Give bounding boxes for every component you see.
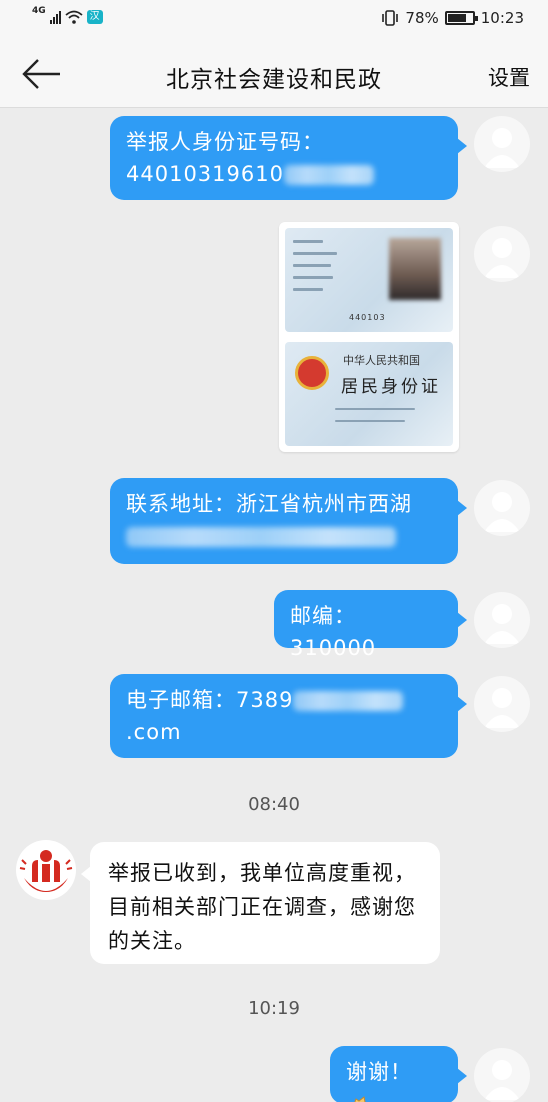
avatar[interactable] [474,480,530,536]
signal-icon [49,10,61,24]
default-avatar-icon [484,688,520,728]
avatar[interactable] [474,592,530,648]
status-right: 78% 10:23 [381,9,524,27]
email-label: 电子邮箱： [126,688,236,712]
photo-blur [389,238,441,300]
avatar[interactable] [474,116,530,172]
civil-affairs-logo-icon[interactable] [14,838,78,902]
postcode-text: 邮编：310000 [290,604,377,660]
thanks-text: 谢谢！ [346,1060,412,1084]
reply-text: 举报已收到，我单位高度重视，目前相关部门正在调查，感谢您的关注。 [108,861,416,953]
wifi-icon [65,10,83,24]
message-email[interactable]: 电子邮箱：7389 .com [110,674,467,758]
email-visible: 7389 [236,688,294,712]
battery-icon [444,11,478,25]
redacted-blur [126,527,396,547]
vibrate-icon [382,10,399,26]
id-card-image[interactable]: 440103 中华人民共和国 居民身份证 [279,222,459,452]
message-id-number[interactable]: 举报人身份证号码： 44010319610 [110,116,467,200]
title-bar: 北京社会建设和民政 设置 [0,40,548,108]
message-postcode[interactable]: 邮编：310000 [274,590,467,660]
email-line-1: 电子邮箱：7389 [126,684,442,716]
clock: 10:23 [480,9,524,27]
network-type: 4G [32,6,46,16]
default-avatar-icon [484,238,520,278]
id-card-name: 居民身份证 [341,377,441,397]
default-avatar-icon [484,1060,520,1100]
status-left: 4G 汉 [32,6,103,24]
id-card-number: 440103 [349,313,386,322]
id-card-country: 中华人民共和国 [343,354,420,367]
id-number-visible: 44010319610 [126,162,284,186]
message-address[interactable]: 联系地址：浙江省杭州市西湖 [110,478,467,564]
address-line-2 [126,520,442,552]
default-avatar-icon [484,492,520,532]
avatar[interactable] [474,676,530,732]
redacted-blur [293,691,404,711]
id-number-line: 44010319610 [126,158,442,190]
email-suffix: .com [126,720,182,744]
page-title: 北京社会建设和民政 [166,67,382,93]
default-avatar-icon [484,128,520,168]
settings-button[interactable]: 设置 [488,62,530,92]
id-card-back: 中华人民共和国 居民身份证 [285,342,453,446]
clapping-hands-icon [354,1096,366,1102]
avatar[interactable] [474,1048,530,1102]
id-card-front: 440103 [285,228,453,332]
id-number-label: 举报人身份证号码： [126,130,324,154]
message-reply[interactable]: 举报已收到，我单位高度重视，目前相关部门正在调查，感谢您的关注。 [81,842,440,964]
address-label: 联系地址：浙江省杭州市西湖 [126,492,412,516]
national-emblem-icon [295,356,329,390]
battery-fill [447,14,467,22]
battery-percent: 78% [405,9,439,27]
default-avatar-icon [484,604,520,644]
message-thanks[interactable]: 谢谢！ [330,1046,467,1102]
app-notification-icon: 汉 [86,10,103,24]
redacted-blur [283,165,374,185]
timestamp: 08:40 [248,794,300,815]
timestamp: 10:19 [248,998,300,1019]
status-bar: 4G 汉 78% 10:23 [0,0,548,40]
avatar[interactable] [474,226,530,282]
